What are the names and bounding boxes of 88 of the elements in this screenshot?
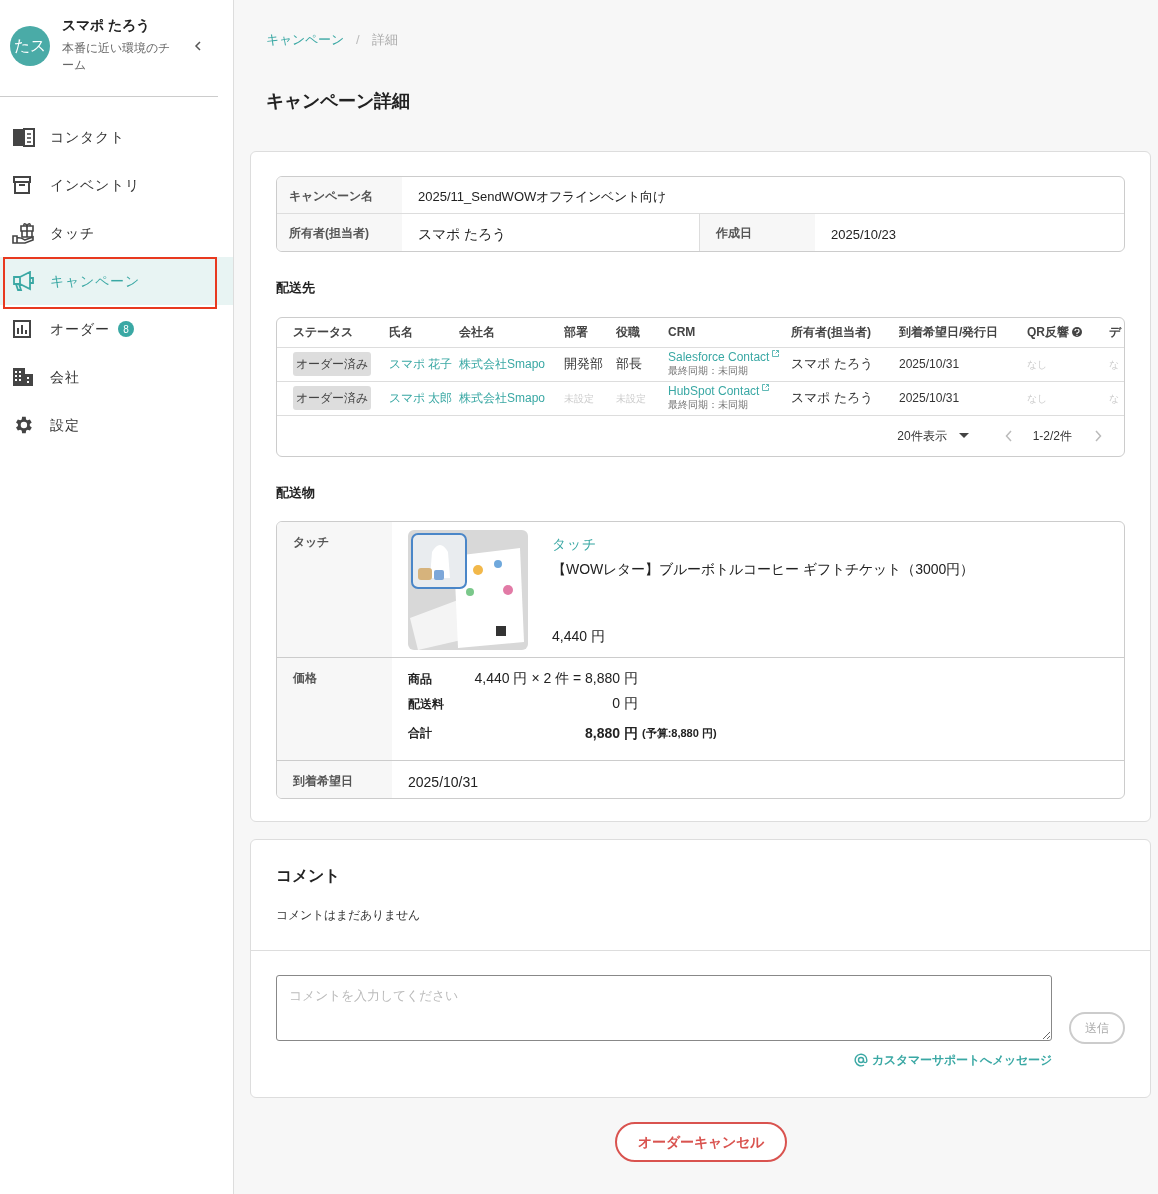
nav-item[interactable]: インベントリ: [0, 161, 233, 209]
nav-item[interactable]: コンタクト: [0, 113, 233, 161]
megaphone-icon: [12, 271, 36, 291]
status-badge: オーダー済み: [293, 386, 371, 410]
cancel-order-button[interactable]: オーダーキャンセル: [614, 1122, 787, 1162]
price-label: 配送料: [408, 695, 445, 713]
field-value: 2025/10/31: [407, 773, 480, 792]
sync-status: 最終同期：未同期: [668, 364, 749, 378]
nav-item[interactable]: オーダー 8: [0, 305, 233, 353]
section-title: 配送物: [276, 483, 316, 502]
price-label: 合計: [408, 725, 433, 742]
support-link[interactable]: カスタマーサポートへメッセージ: [854, 1051, 1052, 1069]
column-header: デ: [1109, 324, 1121, 341]
rows-per-page-dropdown[interactable]: 20件表示: [897, 426, 969, 445]
column-header: 所有者(担当者): [791, 324, 871, 341]
page-title: キャンペーン詳細: [265, 90, 411, 113]
nav-item[interactable]: 設定: [0, 401, 233, 449]
price-value: 4,440 円 × 2 件 = 8,880 円: [474, 669, 638, 688]
crm-link[interactable]: Salesforce Contact: [668, 350, 770, 364]
column-header: 到着希望日/発行日: [899, 324, 999, 341]
field-label: キャンペーン名: [277, 177, 402, 213]
section-title: コメント: [276, 866, 341, 886]
crm-link[interactable]: HubSpot Contact: [668, 384, 760, 398]
nav-label: 設定: [50, 415, 80, 435]
table-cell: 開発部: [564, 356, 603, 372]
external-link-icon: [762, 384, 770, 391]
table-cell: スマポ たろう: [791, 390, 873, 406]
budget-note: (予算:8,880 円): [642, 725, 717, 741]
building-icon: [12, 367, 34, 387]
avatar: たス: [10, 26, 50, 66]
nav-label: インベントリ: [50, 175, 140, 195]
previous-page-button[interactable]: [1004, 429, 1013, 442]
column-header: 部署: [564, 324, 588, 341]
user-name: スマポ たろう: [62, 16, 151, 34]
comment-field[interactable]: コメントを入力してください: [276, 975, 1052, 1041]
column-header: 会社名: [459, 324, 495, 341]
name-link[interactable]: スマポ 花子: [389, 357, 453, 371]
table-cell: 2025/10/31: [899, 357, 960, 371]
help-icon: [1072, 327, 1082, 337]
field-label: 到着希望日: [293, 774, 353, 788]
price-value: 8,880 円: [585, 723, 638, 743]
name-link[interactable]: スマポ 太郎: [389, 391, 453, 405]
nav-label: タッチ: [50, 223, 95, 243]
field-value: 2025/11_SendWOWオフラインベント向け: [417, 188, 668, 206]
company-link[interactable]: 株式会社Smapo: [459, 391, 546, 405]
product-name: 【WOWレター】ブルーボトルコーヒー ギフトチケット（3000円）: [552, 560, 975, 579]
column-header: QR反響: [1027, 324, 1069, 341]
nav-label: オーダー: [50, 319, 110, 339]
nav-label: コンタクト: [50, 127, 125, 147]
nav-label: 会社: [50, 367, 80, 387]
breadcrumb-separator: /: [356, 31, 360, 50]
team-name: 本番に近い環境のチーム: [62, 40, 171, 74]
nav-label: キャンペーン: [50, 271, 140, 291]
table-cell: スマポ たろう: [791, 356, 873, 372]
column-header: 氏名: [389, 324, 413, 341]
book-icon: [12, 127, 36, 147]
nav-item[interactable]: 会社: [0, 353, 233, 401]
empty-message: コメントはまだありません: [276, 907, 421, 924]
sync-status: 最終同期：未同期: [668, 398, 749, 412]
table-cell: 2025/10/31: [899, 391, 960, 405]
column-header: 役職: [616, 324, 640, 341]
field-label: 作成日: [700, 214, 815, 251]
gift-hand-icon: [12, 222, 36, 244]
archive-icon: [12, 175, 32, 195]
next-page-button[interactable]: [1094, 429, 1102, 442]
price-label: 商品: [408, 670, 433, 688]
bar-chart-icon: [12, 319, 32, 339]
field-label: タッチ: [293, 535, 329, 549]
status-badge: オーダー済み: [293, 352, 371, 376]
column-header: ステータス: [293, 324, 353, 341]
price-value: 0 円: [612, 694, 638, 713]
collapse-button[interactable]: [194, 40, 204, 52]
field-label: 所有者(担当者): [277, 214, 402, 251]
nav-item[interactable]: タッチ: [0, 209, 233, 257]
category-label: タッチ: [552, 535, 598, 554]
breadcrumb-link[interactable]: キャンペーン: [266, 30, 344, 50]
caret-icon: [958, 433, 969, 438]
company-link[interactable]: 株式会社Smapo: [459, 357, 546, 371]
column-header: CRM: [668, 324, 696, 341]
table-cell: 部長: [616, 356, 642, 372]
field-label: 価格: [293, 671, 317, 685]
section-title: 配送先: [276, 279, 316, 297]
count-badge: 8: [118, 321, 134, 337]
external-link-icon: [772, 350, 780, 357]
field-value: 2025/10/23: [830, 226, 898, 244]
at-sign-icon: [854, 1053, 868, 1067]
unit-price: 4,440 円: [552, 627, 606, 646]
page-range: 1-2/2件: [1032, 427, 1072, 445]
